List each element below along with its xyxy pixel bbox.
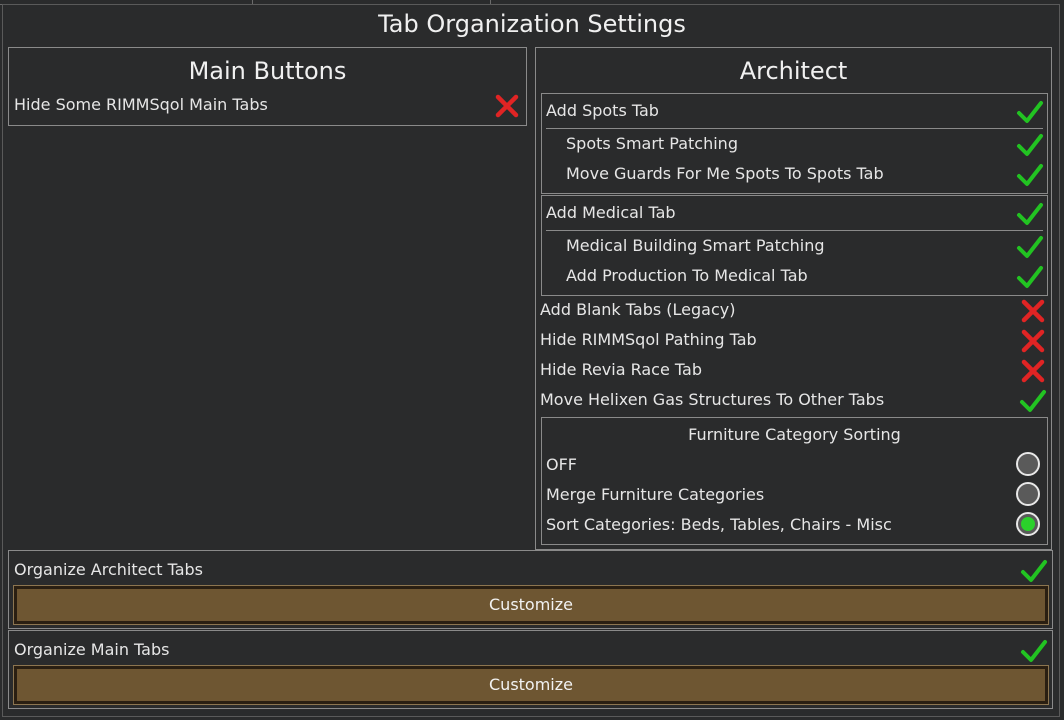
hide-pathing-tab-label: Hide RIMMSqol Pathing Tab <box>540 330 757 349</box>
furniture-sorting-group: Furniture Category Sorting OFF Merge Fur… <box>541 417 1048 545</box>
checkmark-icon[interactable] <box>1019 387 1047 415</box>
add-spots-tab-label: Add Spots Tab <box>546 101 659 120</box>
furniture-option-off-radio[interactable] <box>1016 452 1040 476</box>
architect-title: Architect <box>739 57 848 85</box>
group-divider <box>546 230 1043 231</box>
furniture-option-merge-radio[interactable] <box>1016 482 1040 506</box>
medical-smart-patching-label: Medical Building Smart Patching <box>566 236 825 255</box>
furniture-option-sort-label: Sort Categories: Beds, Tables, Chairs - … <box>546 515 892 534</box>
hide-main-tabs-label: Hide Some RIMMSqol Main Tabs <box>14 95 268 114</box>
furniture-option-merge-label: Merge Furniture Categories <box>546 485 765 504</box>
add-blank-tabs-label: Add Blank Tabs (Legacy) <box>540 300 736 319</box>
checkmark-icon[interactable] <box>1016 98 1044 126</box>
cross-icon[interactable] <box>1019 357 1047 385</box>
group-divider <box>546 128 1043 129</box>
window-title: Tab Organization Settings <box>378 10 686 38</box>
checkmark-icon[interactable] <box>1016 200 1044 228</box>
customize-main-button[interactable]: Customize <box>13 665 1049 705</box>
add-medical-tab-label: Add Medical Tab <box>546 203 676 222</box>
checkmark-icon[interactable] <box>1016 263 1044 291</box>
checkmark-icon[interactable] <box>1020 557 1048 585</box>
medical-group: Add Medical Tab Medical Building Smart P… <box>541 195 1048 296</box>
organize-main-label: Organize Main Tabs <box>14 640 170 659</box>
furniture-option-off-label: OFF <box>546 455 577 474</box>
add-production-label: Add Production To Medical Tab <box>566 266 808 285</box>
furniture-sorting-title: Furniture Category Sorting <box>688 425 901 444</box>
cross-icon[interactable] <box>1019 327 1047 355</box>
move-helixen-label: Move Helixen Gas Structures To Other Tab… <box>540 390 885 409</box>
checkmark-icon[interactable] <box>1016 161 1044 189</box>
main-buttons-title: Main Buttons <box>188 57 347 85</box>
main-buttons-panel: Main Buttons Hide Some RIMMSqol Main Tab… <box>8 47 527 126</box>
checkmark-icon[interactable] <box>1020 637 1048 665</box>
spots-group: Add Spots Tab Spots Smart Patching Move … <box>541 93 1048 194</box>
checkmark-icon[interactable] <box>1016 131 1044 159</box>
checkmark-icon[interactable] <box>1016 233 1044 261</box>
cross-icon[interactable] <box>1019 297 1047 325</box>
cross-icon[interactable] <box>493 92 521 120</box>
hide-revia-tab-label: Hide Revia Race Tab <box>540 360 702 379</box>
organize-architect-label: Organize Architect Tabs <box>14 560 204 579</box>
customize-architect-button[interactable]: Customize <box>13 585 1049 625</box>
furniture-option-sort-radio[interactable] <box>1016 512 1040 536</box>
spots-smart-patching-label: Spots Smart Patching <box>566 134 738 153</box>
move-guards-label: Move Guards For Me Spots To Spots Tab <box>566 164 884 183</box>
architect-panel: Architect Add Spots Tab Spots Smart Patc… <box>535 47 1052 550</box>
